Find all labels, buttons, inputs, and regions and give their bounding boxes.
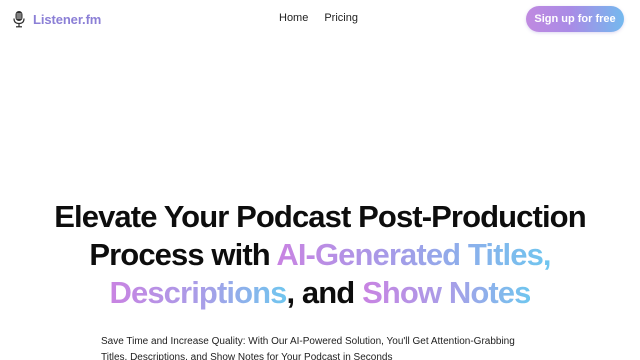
nav-link-home[interactable]: Home <box>279 11 308 25</box>
nav-links: Home Pricing <box>279 11 374 25</box>
headline-text: Process with <box>89 237 277 272</box>
headline-highlight: Show Notes <box>362 275 531 310</box>
headline-line-1: Elevate Your Podcast Post-Production <box>54 199 586 234</box>
sign-up-button[interactable]: Sign up for free <box>526 6 624 32</box>
top-nav: Listener.fm Home Pricing Sign up for fre… <box>0 0 640 38</box>
headline-highlight: Descriptions <box>109 275 288 310</box>
headline-line-2: Process with AI-Generated Titles, <box>0 236 640 274</box>
brand-name: Listener.fm <box>33 11 102 27</box>
brand-logo-link[interactable]: Listener.fm <box>12 9 101 29</box>
microphone-icon <box>12 10 26 28</box>
headline-highlight: AI-Generated Titles, <box>276 237 551 272</box>
hero-section: Elevate Your Podcast Post-Production Pro… <box>0 198 640 312</box>
headline-line-3: Descriptions, and Show Notes <box>0 274 640 312</box>
nav-link-pricing[interactable]: Pricing <box>324 11 358 25</box>
hero-headline: Elevate Your Podcast Post-Production Pro… <box>0 198 640 312</box>
headline-text: , and <box>286 275 363 310</box>
hero-subtitle: Save Time and Increase Quality: With Our… <box>101 336 515 360</box>
